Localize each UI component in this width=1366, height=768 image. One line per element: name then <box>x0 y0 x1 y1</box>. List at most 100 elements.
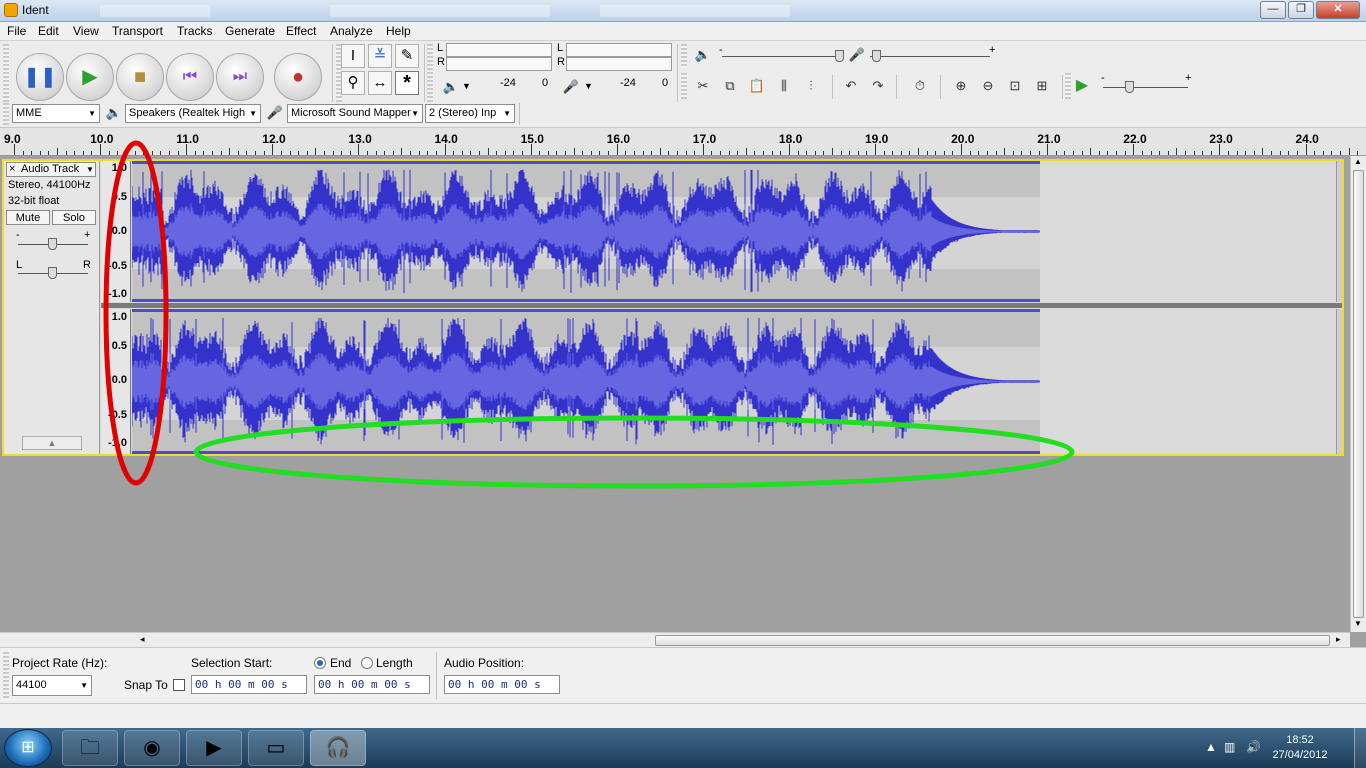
chevron-down-icon[interactable]: ▼ <box>584 81 593 91</box>
taskbar-window-switcher[interactable]: ▭ <box>248 730 304 766</box>
zoom-in-button[interactable]: ⊕ <box>950 75 972 97</box>
cut-button[interactable]: ✂ <box>692 75 714 97</box>
record-meter-left[interactable] <box>566 43 672 57</box>
zoom-out-button[interactable]: ⊖ <box>977 75 999 97</box>
copy-button[interactable]: ⧉ <box>719 75 741 97</box>
play-button[interactable]: ▶ <box>66 53 114 101</box>
menu-file[interactable]: File <box>7 24 26 38</box>
audio-position-time[interactable]: 00 h 00 m 00 s <box>444 675 560 694</box>
taskbar-firefox[interactable]: ◉ <box>124 730 180 766</box>
length-radio[interactable] <box>361 657 373 669</box>
taskbar-explorer[interactable]: 🗀 <box>62 730 118 766</box>
vertical-scrollbar[interactable]: ▲ ▼ <box>1350 156 1366 632</box>
snap-to-checkbox[interactable] <box>173 679 185 691</box>
toolbar-grip[interactable] <box>681 73 687 99</box>
paste-button[interactable]: 📋 <box>746 75 768 97</box>
draw-tool-button[interactable]: ✎ <box>395 44 419 68</box>
zoom-tool-button[interactable]: ⚲ <box>341 71 365 95</box>
record-button[interactable]: ● <box>274 53 322 101</box>
maximize-button[interactable]: ❐ <box>1288 1 1314 19</box>
selection-start-time[interactable]: 00 h 00 m 00 s <box>191 675 307 694</box>
amplitude-ruler-channel-1[interactable]: 1.0 0.5 0.0 -0.5 -1.0 <box>101 161 131 302</box>
amplitude-ruler-channel-2[interactable]: 1.0 0.5 0.0 -0.5 -1.0 <box>101 309 131 454</box>
minimize-button[interactable]: — <box>1260 1 1286 19</box>
pause-button[interactable]: ❚❚ <box>16 53 64 101</box>
toolbar-grip[interactable] <box>3 44 9 102</box>
play-speed-slider[interactable] <box>1125 81 1134 93</box>
sync-lock-button[interactable]: ⏱ <box>909 75 931 97</box>
scroll-right-icon[interactable]: ▸ <box>1336 634 1341 645</box>
taskbar-audacity[interactable]: 🎧 <box>310 730 366 766</box>
track-resize-edge[interactable] <box>1336 309 1342 454</box>
collapse-track-button[interactable]: ▲ <box>22 436 82 450</box>
output-volume-track[interactable] <box>722 56 837 57</box>
gain-slider[interactable] <box>48 238 57 250</box>
toolbar-grip[interactable] <box>3 652 9 700</box>
time-shift-tool-button[interactable]: ↔ <box>368 71 392 95</box>
menu-view[interactable]: View <box>73 24 99 38</box>
microphone-icon[interactable]: 🎤 <box>560 76 582 98</box>
menu-analyze[interactable]: Analyze <box>330 24 373 38</box>
network-icon[interactable]: ▥ <box>1224 740 1235 754</box>
scroll-down-icon[interactable]: ▼ <box>1354 619 1362 628</box>
menu-effect[interactable]: Effect <box>286 24 316 38</box>
pan-slider[interactable] <box>48 267 57 279</box>
playback-meter-left[interactable] <box>446 43 552 57</box>
chevron-down-icon[interactable]: ▼ <box>462 81 471 91</box>
input-volume-track[interactable] <box>870 56 990 57</box>
toolbar-grip[interactable] <box>681 44 687 68</box>
show-desktop-button[interactable] <box>1354 728 1366 768</box>
volume-icon[interactable]: 🔊 <box>1246 740 1261 754</box>
output-device-select[interactable]: Speakers (Realtek High <box>125 104 261 123</box>
track-name-menu[interactable]: × Audio Track ▼ <box>6 162 96 177</box>
horizontal-scroll-thumb[interactable] <box>655 635 1330 646</box>
horizontal-scrollbar[interactable]: ◂ ▸ <box>0 632 1350 647</box>
waveform-channel-2[interactable] <box>132 309 1040 454</box>
menu-generate[interactable]: Generate <box>225 24 275 38</box>
menu-edit[interactable]: Edit <box>38 24 59 38</box>
solo-button[interactable]: Solo <box>52 210 96 225</box>
selection-end-time[interactable]: 00 h 00 m 00 s <box>314 675 430 694</box>
input-channels-select[interactable]: 2 (Stereo) Inp <box>425 104 515 123</box>
input-device-select[interactable]: Microsoft Sound Mapper <box>287 104 423 123</box>
selection-tool-button[interactable]: I <box>341 44 365 68</box>
scroll-left-icon[interactable]: ◂ <box>140 634 145 645</box>
silence-button[interactable]: ⫶ <box>800 75 822 97</box>
show-hidden-icons[interactable]: ▲ <box>1205 740 1217 754</box>
menu-help[interactable]: Help <box>386 24 411 38</box>
end-radio[interactable] <box>314 657 326 669</box>
skip-to-end-button[interactable]: ⏭ <box>216 53 264 101</box>
input-volume-slider[interactable] <box>872 50 881 62</box>
envelope-tool-button[interactable]: ≚ <box>368 44 392 68</box>
mute-button[interactable]: Mute <box>6 210 50 225</box>
audio-host-select[interactable]: MME <box>12 104 100 123</box>
fit-selection-button[interactable]: ⊡ <box>1004 75 1026 97</box>
taskbar-media-player[interactable]: ▶ <box>186 730 242 766</box>
close-icon[interactable]: × <box>9 163 15 176</box>
multi-tool-button[interactable]: * <box>395 71 419 95</box>
speaker-icon[interactable]: 🔈 <box>440 76 462 98</box>
start-button[interactable]: ⊞ <box>4 729 52 767</box>
play-speed-track[interactable] <box>1103 87 1188 88</box>
skip-to-start-button[interactable]: ⏮ <box>166 53 214 101</box>
play-at-speed-button[interactable]: ▶ <box>1071 75 1093 97</box>
playback-meter-right[interactable] <box>446 57 552 71</box>
stop-button[interactable]: ■ <box>116 53 164 101</box>
track-empty-area[interactable] <box>1041 161 1337 302</box>
menu-tracks[interactable]: Tracks <box>177 24 213 38</box>
system-clock[interactable]: 18:52 27/04/2012 <box>1270 733 1330 763</box>
menu-transport[interactable]: Transport <box>112 24 163 38</box>
fit-project-button[interactable]: ⊞ <box>1031 75 1053 97</box>
scroll-up-icon[interactable]: ▲ <box>1354 157 1362 166</box>
waveform-channel-1[interactable] <box>132 161 1040 302</box>
track-empty-area[interactable] <box>1041 309 1337 454</box>
toolbar-grip[interactable] <box>3 103 9 125</box>
close-window-button[interactable]: ✕ <box>1316 1 1360 19</box>
toolbar-grip[interactable] <box>427 44 433 102</box>
vertical-scroll-thumb[interactable] <box>1353 170 1364 618</box>
redo-button[interactable]: ↷ <box>867 75 889 97</box>
output-volume-slider[interactable] <box>835 50 844 62</box>
project-rate-select[interactable]: 44100 <box>12 675 92 696</box>
track-resize-edge[interactable] <box>1336 161 1342 302</box>
trim-button[interactable]: ⫼ <box>773 75 795 97</box>
